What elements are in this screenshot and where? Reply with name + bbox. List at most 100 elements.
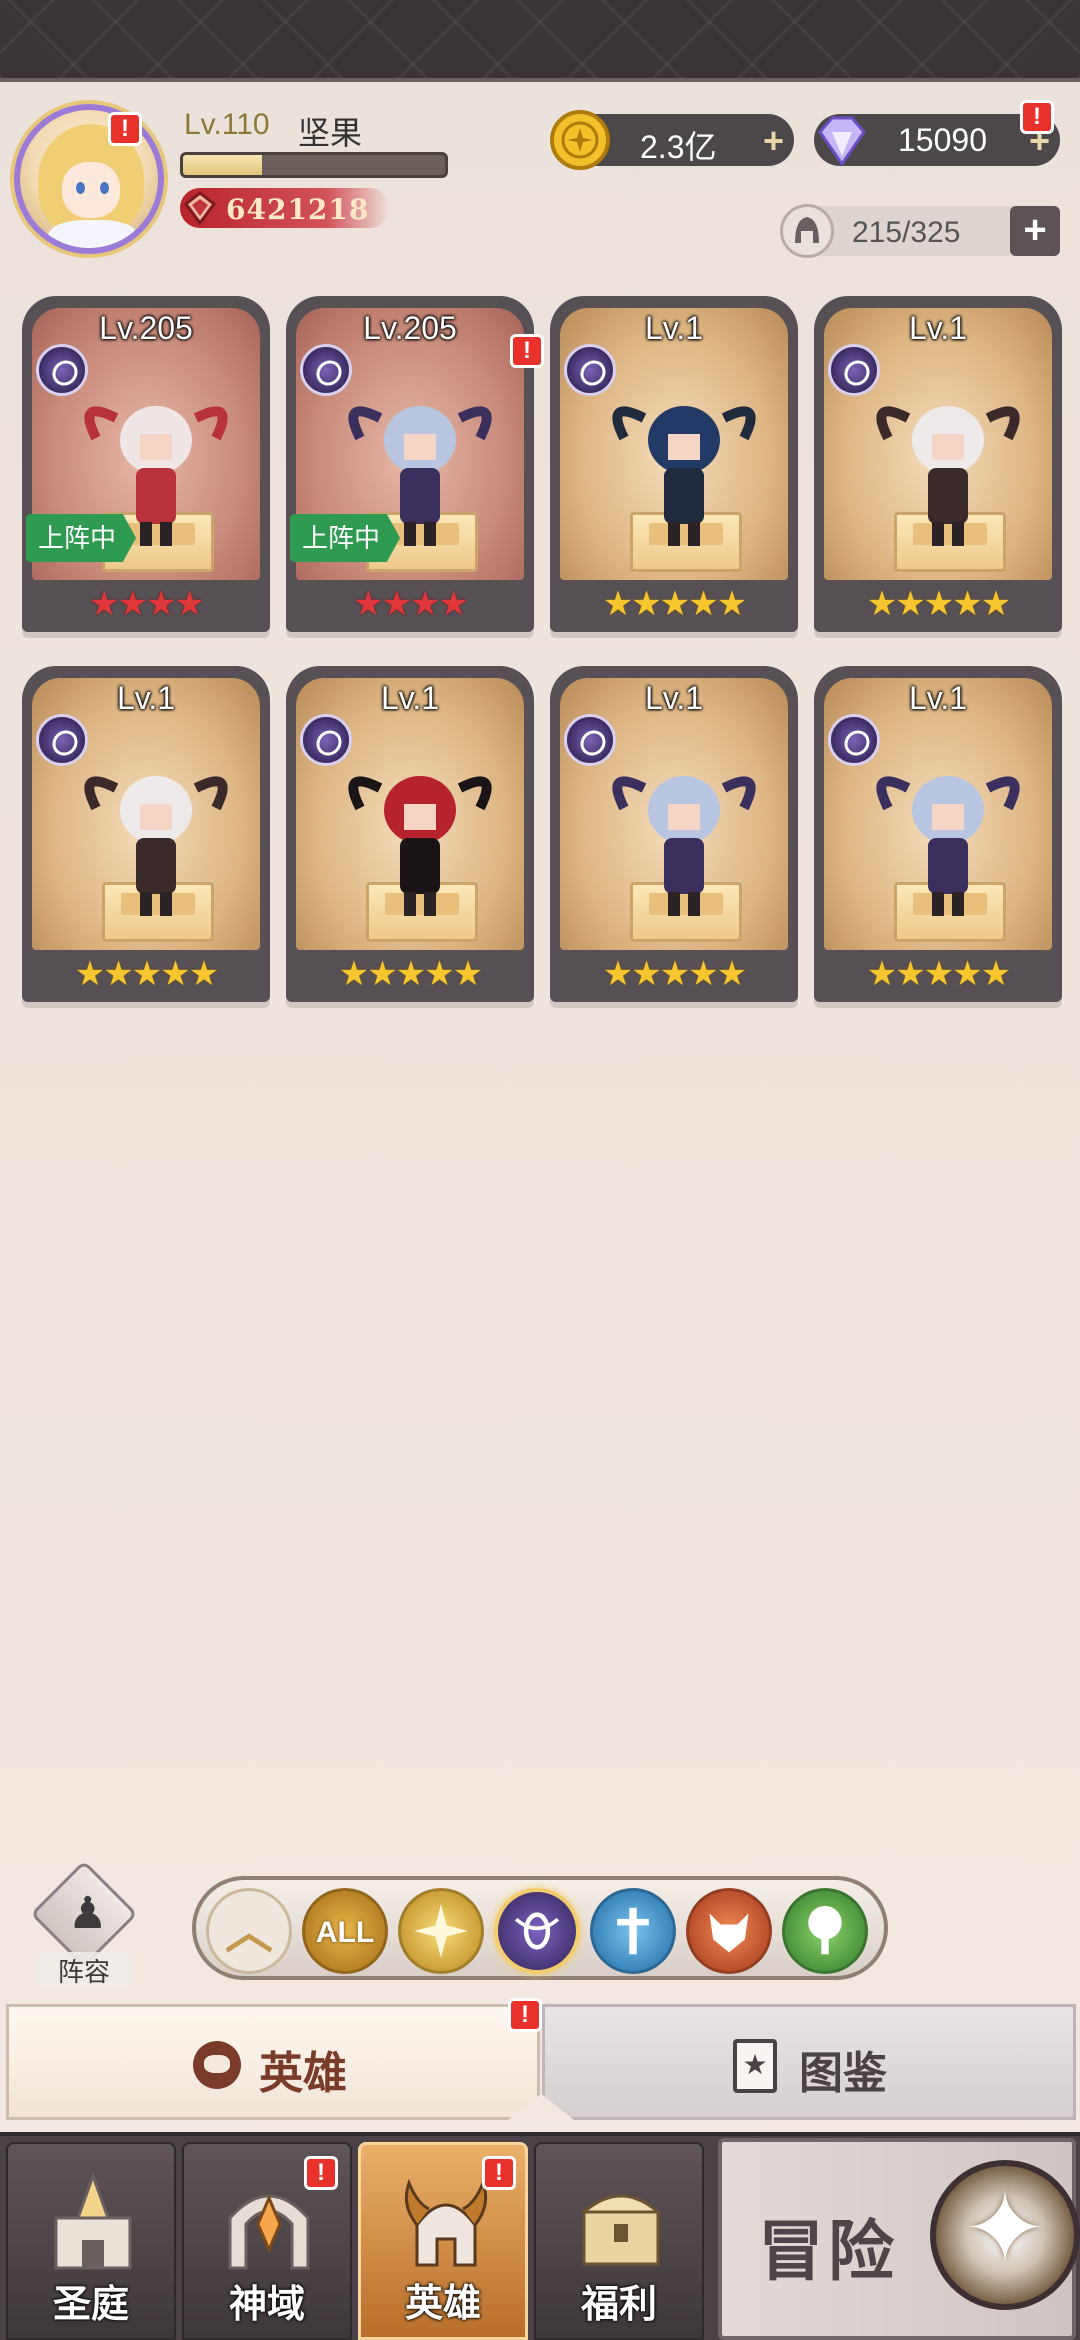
hero-stars: ★★★★★ bbox=[866, 955, 1011, 993]
avatar-face bbox=[62, 162, 120, 218]
gold-add-button[interactable]: + bbox=[763, 120, 784, 162]
tab-heroes-label: 英雄 bbox=[259, 2049, 347, 2098]
hero-card[interactable]: Lv.205 ★★★★ 上阵中 bbox=[22, 296, 270, 632]
gold-coin-icon bbox=[550, 110, 610, 170]
gold-value: 2.3亿 bbox=[640, 129, 717, 165]
dark-faction-icon bbox=[564, 714, 616, 766]
lineup-button[interactable]: ♟ 阵容 bbox=[30, 1860, 138, 1989]
hero-level: Lv.1 bbox=[908, 680, 968, 716]
hero-stars: ★★★★★ bbox=[866, 585, 1011, 623]
nav-divine-alert-badge: ! bbox=[304, 2156, 338, 2190]
light-faction-icon bbox=[414, 1904, 468, 1958]
dark-faction-icon bbox=[36, 344, 88, 396]
hero-card[interactable]: Lv.1 ★★★★★ bbox=[22, 666, 270, 1002]
avatar-eye bbox=[100, 182, 109, 194]
dark-faction-icon bbox=[300, 344, 352, 396]
tab-heroes-alert-badge: ! bbox=[508, 1998, 542, 2032]
hero-card[interactable]: Lv.1 ★★★★★ bbox=[550, 296, 798, 632]
hero-stars: ★★★★★ bbox=[602, 585, 747, 623]
chevron-up-icon: ︿ bbox=[224, 1906, 273, 1959]
hero-sprite bbox=[348, 776, 492, 916]
tab-codex-label: 图鉴 bbox=[799, 2049, 887, 2098]
hero-stars: ★★★★★ bbox=[602, 955, 747, 993]
helmet-icon bbox=[780, 204, 834, 258]
hero-card[interactable]: Lv.1 ★★★★★ bbox=[814, 666, 1062, 1002]
hero-level: Lv.1 bbox=[116, 680, 176, 716]
hero-stars: ★★★★ bbox=[353, 585, 469, 623]
hero-alert-badge: ! bbox=[510, 334, 544, 368]
hero-sprite bbox=[876, 406, 1020, 546]
tree-icon bbox=[808, 1905, 842, 1955]
hero-card[interactable]: Lv.205 ★★★★ 上阵中! bbox=[286, 296, 544, 632]
avatar-cloth bbox=[48, 220, 138, 248]
hero-level: Lv.1 bbox=[908, 310, 968, 346]
hero-stars: ★★★★★ bbox=[338, 955, 483, 993]
nav-label: 福利 bbox=[580, 2284, 657, 2326]
player-name: 坚果 bbox=[298, 115, 363, 151]
codex-book-icon: ★ bbox=[733, 2039, 777, 2093]
filter-all-label: ALL bbox=[315, 1916, 375, 1949]
filter-water-button[interactable] bbox=[590, 1888, 676, 1974]
deployed-tag: 上阵中 bbox=[290, 514, 401, 562]
combat-power-value: 6421218 bbox=[226, 193, 370, 226]
castle-icon bbox=[54, 2171, 132, 2270]
power-gem-icon bbox=[183, 191, 217, 226]
hero-sprite bbox=[876, 776, 1020, 916]
adventure-button[interactable]: 冒险 bbox=[718, 2138, 1080, 2340]
filter-all-button[interactable]: ALL bbox=[302, 1888, 388, 1974]
nav-label: 圣庭 bbox=[52, 2284, 129, 2326]
tab-codex[interactable]: ★ 图鉴 bbox=[542, 2004, 1076, 2120]
gem-value: 15090 bbox=[898, 122, 987, 158]
hero-capacity: 215/325 + bbox=[780, 204, 1060, 258]
combat-power: 6421218 bbox=[180, 188, 390, 228]
pawn-icon: ♟ bbox=[68, 1889, 108, 1938]
dark-faction-icon bbox=[514, 1912, 560, 1950]
hero-stars: ★★★★ bbox=[89, 585, 205, 623]
hero-card[interactable]: Lv.1 ★★★★★ bbox=[550, 666, 798, 1002]
nav-item-welfare[interactable]: 福利 bbox=[534, 2142, 704, 2340]
compass-icon bbox=[930, 2160, 1080, 2310]
filter-light-button[interactable] bbox=[398, 1888, 484, 1974]
hero-card[interactable]: Lv.1 ★★★★★ bbox=[286, 666, 534, 1002]
hero-level: Lv.1 bbox=[644, 310, 704, 346]
adventure-label: 冒险 bbox=[758, 2214, 898, 2288]
hero-head-icon bbox=[193, 2041, 241, 2089]
hero-sprite bbox=[612, 776, 756, 916]
avatar-alert-badge: ! bbox=[108, 112, 142, 146]
dark-faction-icon bbox=[300, 714, 352, 766]
filter-dark-button[interactable] bbox=[494, 1888, 580, 1974]
hero-level: Lv.205 bbox=[363, 310, 457, 346]
lineup-label: 阵容 bbox=[36, 1952, 132, 1989]
tab-heroes[interactable]: 英雄 bbox=[6, 2004, 540, 2120]
nav-label: 神域 bbox=[228, 2284, 305, 2326]
expand-capacity-button[interactable]: + bbox=[1010, 206, 1060, 256]
nav-heroes-alert-badge: ! bbox=[482, 2156, 516, 2190]
dark-faction-icon bbox=[828, 714, 880, 766]
top-decorative-band bbox=[0, 0, 1080, 82]
player-level: Lv.110 bbox=[184, 108, 270, 141]
hero-sprite bbox=[612, 406, 756, 546]
hero-sprite bbox=[84, 776, 228, 916]
nav-label: 英雄 bbox=[404, 2283, 481, 2325]
wolf-icon bbox=[709, 1913, 749, 1953]
nav-item-sanctuary[interactable]: 圣庭 bbox=[6, 2142, 176, 2340]
hero-level: Lv.1 bbox=[644, 680, 704, 716]
deployed-tag: 上阵中 bbox=[26, 514, 137, 562]
hero-capacity-value: 215/325 bbox=[852, 216, 961, 249]
gem-alert-badge: ! bbox=[1020, 100, 1054, 134]
treasure-chest-icon bbox=[579, 2194, 663, 2266]
dark-faction-icon bbox=[828, 344, 880, 396]
avatar-eye bbox=[76, 182, 85, 194]
filter-fire-button[interactable] bbox=[686, 1888, 772, 1974]
hero-stars: ★★★★★ bbox=[74, 955, 219, 993]
collapse-filter-button[interactable]: ︿ bbox=[206, 1888, 292, 1974]
faction-filter-bar: ︿ ALL bbox=[192, 1876, 888, 1980]
exp-bar bbox=[180, 152, 448, 178]
exp-bar-fill bbox=[183, 155, 262, 175]
filter-wood-button[interactable] bbox=[782, 1888, 868, 1974]
dark-faction-icon bbox=[564, 344, 616, 396]
hero-level: Lv.205 bbox=[99, 310, 193, 346]
diamond-icon bbox=[818, 116, 866, 167]
hero-card[interactable]: Lv.1 ★★★★★ bbox=[814, 296, 1062, 632]
gold-counter: 2.3亿 + bbox=[550, 110, 794, 170]
